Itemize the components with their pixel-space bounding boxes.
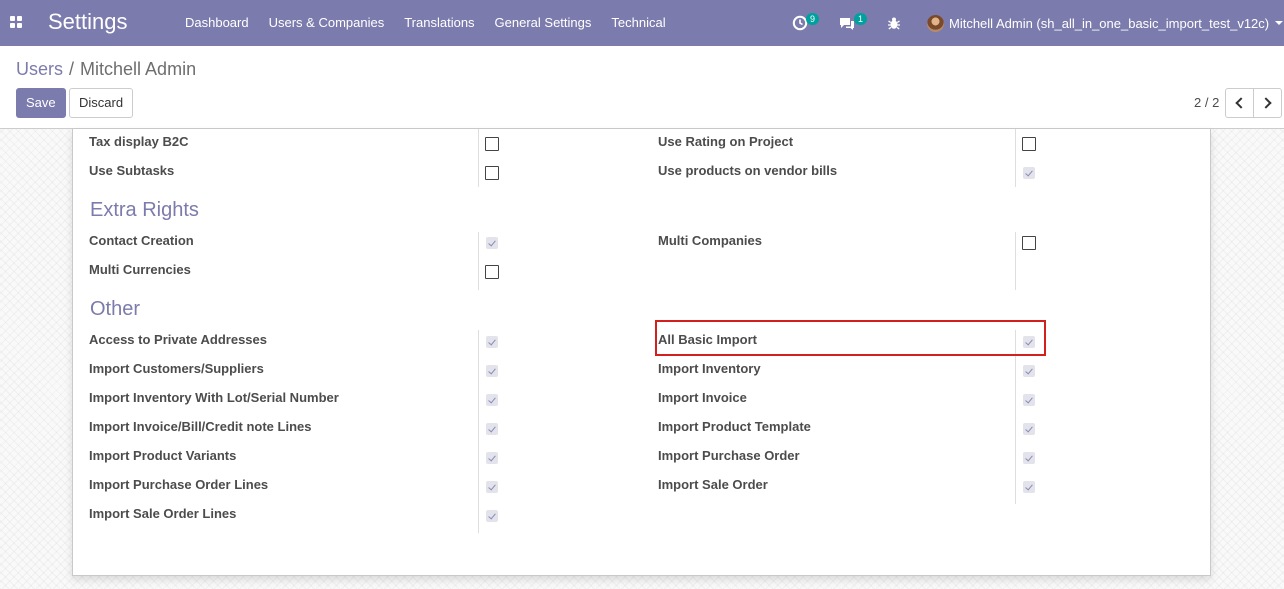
pager-value: 2 / 2 [1194, 95, 1220, 110]
field-checkbox[interactable] [1023, 481, 1035, 493]
menu-item-dashboard[interactable]: Dashboard [175, 0, 259, 46]
menu-item-technical[interactable]: Technical [601, 0, 675, 46]
field-checkbox[interactable] [1022, 137, 1036, 151]
field-checkbox[interactable] [1023, 452, 1035, 464]
activity-count-badge: 9 [806, 13, 819, 25]
field-label: Import Product Template [658, 419, 811, 434]
field-label: Import Invoice [658, 390, 747, 405]
field-checkbox[interactable] [1022, 236, 1036, 250]
avatar [927, 14, 944, 32]
menu-item-translations[interactable]: Translations [394, 0, 484, 46]
field-checkbox[interactable] [486, 452, 498, 464]
field-checkbox[interactable] [486, 365, 498, 377]
messages-count-badge: 1 [854, 13, 867, 25]
field-checkbox[interactable] [485, 265, 499, 279]
field-label: Import Purchase Order [658, 448, 800, 463]
field-label: Import Product Variants [89, 448, 237, 463]
messages-button[interactable]: 1 [838, 0, 870, 46]
form-sheet: Tax display B2C Use Subtasks Use Rating … [72, 129, 1211, 576]
field-label: Contact Creation [89, 233, 194, 248]
user-menu[interactable]: Mitchell Admin (sh_all_in_one_basic_impo… [927, 0, 1284, 46]
menu-item-users-companies[interactable]: Users & Companies [259, 0, 395, 46]
section-title-extra-rights: Extra Rights [90, 199, 199, 221]
group-separator [1015, 330, 1016, 504]
chevron-left-icon [1235, 97, 1247, 109]
field-label: Use Rating on Project [658, 134, 794, 149]
main-menu: Dashboard Users & Companies Translations… [175, 0, 676, 46]
group-separator [478, 129, 479, 187]
field-label: All Basic Import [658, 332, 757, 347]
field-checkbox[interactable] [486, 336, 498, 348]
top-navbar: Settings Dashboard Users & Companies Tra… [0, 0, 1284, 46]
field-label: Multi Companies [658, 233, 763, 248]
field-label: Import Sale Order Lines [89, 506, 237, 521]
field-checkbox[interactable] [1023, 394, 1035, 406]
field-checkbox[interactable] [1023, 423, 1035, 435]
activity-button[interactable]: 9 [792, 0, 822, 46]
save-button[interactable]: Save [16, 88, 66, 118]
breadcrumb-users-link[interactable]: Users [16, 59, 63, 80]
field-label: Import Sale Order [658, 477, 768, 492]
field-label: Use products on vendor bills [658, 163, 838, 178]
menu-item-general-settings[interactable]: General Settings [485, 0, 602, 46]
field-checkbox[interactable] [486, 510, 498, 522]
field-checkbox[interactable] [1023, 336, 1035, 348]
field-checkbox[interactable] [486, 237, 498, 249]
group-separator [478, 330, 479, 533]
section-title-other: Other [90, 298, 141, 320]
field-checkbox[interactable] [485, 166, 499, 180]
debug-button[interactable] [887, 0, 905, 46]
field-label: Import Purchase Order Lines [89, 477, 269, 492]
field-label: Access to Private Addresses [89, 332, 268, 347]
field-label: Use Subtasks [89, 163, 175, 178]
form-view: Tax display B2C Use Subtasks Use Rating … [0, 129, 1284, 589]
app-title: Settings [48, 9, 128, 34]
breadcrumb: Users / Mitchell Admin [16, 59, 196, 80]
field-label: Import Inventory With Lot/Serial Number [89, 390, 339, 405]
field-label: Import Invoice/Bill/Credit note Lines [89, 419, 312, 434]
breadcrumb-current: Mitchell Admin [80, 59, 197, 79]
user-name: Mitchell Admin (sh_all_in_one_basic_impo… [949, 15, 1270, 31]
field-checkbox[interactable] [1023, 167, 1035, 179]
group-separator [1015, 232, 1016, 290]
field-label: Import Inventory [658, 361, 761, 376]
bug-icon [888, 17, 900, 30]
discard-button[interactable]: Discard [69, 88, 134, 118]
field-checkbox[interactable] [486, 423, 498, 435]
field-checkbox[interactable] [1023, 365, 1035, 377]
caret-down-icon [1275, 21, 1284, 25]
control-panel: Users / Mitchell Admin Save Discard 2 / … [0, 46, 1284, 129]
group-separator [478, 232, 479, 290]
group-separator [1015, 129, 1016, 187]
field-checkbox[interactable] [486, 394, 498, 406]
field-label: Import Customers/Suppliers [89, 361, 264, 376]
pager-previous-button[interactable] [1225, 88, 1254, 118]
chevron-right-icon [1260, 97, 1272, 109]
field-label: Multi Currencies [89, 262, 191, 277]
field-label: Tax display B2C [89, 134, 189, 149]
field-checkbox[interactable] [485, 137, 499, 151]
breadcrumb-separator: / [69, 59, 75, 79]
field-checkbox[interactable] [486, 481, 498, 493]
apps-menu-icon[interactable] [10, 16, 22, 28]
pager-next-button[interactable] [1253, 88, 1282, 118]
